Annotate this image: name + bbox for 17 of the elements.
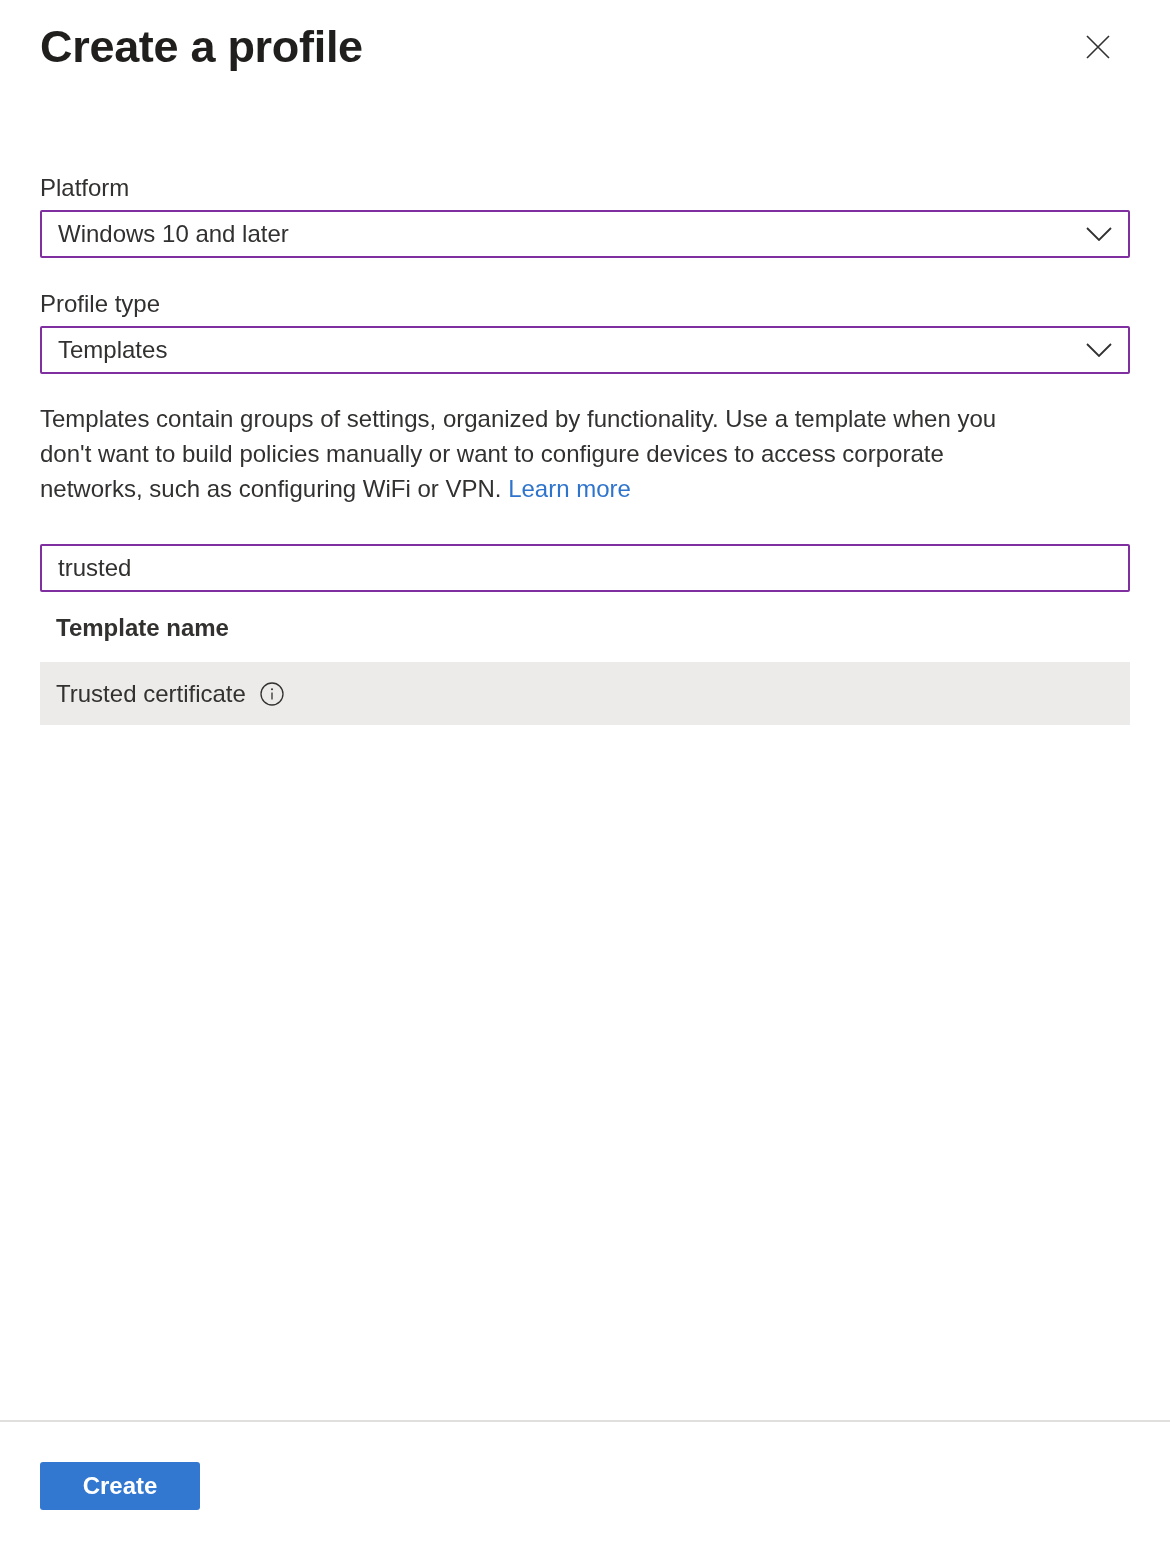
table-row[interactable]: Trusted certificate bbox=[40, 662, 1130, 725]
field-label: Platform bbox=[40, 173, 130, 203]
column-header: Template name bbox=[56, 613, 229, 643]
create-button[interactable]: Create bbox=[40, 1462, 200, 1510]
select-dropdown[interactable]: Windows 10 and later bbox=[40, 210, 1130, 258]
learn-more-link[interactable]: Learn more bbox=[508, 475, 631, 502]
search-field[interactable]: trusted bbox=[40, 544, 1130, 592]
select-dropdown[interactable]: Templates bbox=[40, 326, 1130, 374]
close-button[interactable] bbox=[1086, 35, 1110, 59]
chevron-down-icon bbox=[1086, 227, 1112, 241]
info-icon[interactable] bbox=[259, 681, 284, 706]
panel-title: Create a profile bbox=[40, 20, 363, 74]
chevron-down-icon bbox=[1086, 343, 1112, 357]
close-icon bbox=[1086, 35, 1110, 59]
template-name-cell-text: Trusted certificate bbox=[56, 678, 246, 709]
field-label: Profile type bbox=[40, 289, 161, 319]
description-text: Templates contain groups of settings, organized by functionality. Use a template when you don't want to build policies manually or want to configure devices to access corporate networks, such as configuring WiFi or VPN. Learn more bbox=[40, 404, 998, 504]
